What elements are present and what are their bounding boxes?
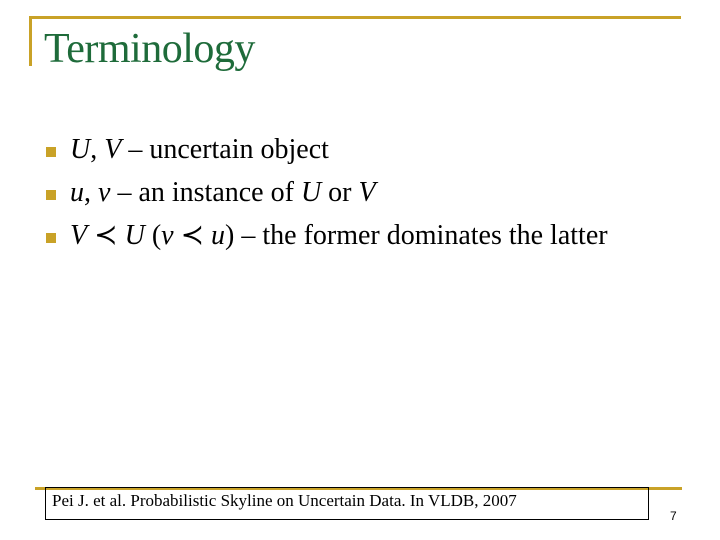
square-bullet-icon xyxy=(46,233,56,243)
bullet-text-segment: ( xyxy=(144,220,162,251)
math-variable: v xyxy=(161,220,174,251)
bullet-text: V ≺ U (v ≺ u) – the former dominates the… xyxy=(70,220,608,252)
math-variable: u xyxy=(70,177,84,208)
page-number: 7 xyxy=(670,509,677,523)
bullet-text-segment: – uncertain object xyxy=(121,134,329,165)
math-variable: U xyxy=(70,134,91,165)
bullet-text-segment: , xyxy=(84,177,98,208)
math-variable: V xyxy=(358,177,376,208)
slide-title: Terminology xyxy=(44,26,255,72)
bullet-text-segment: ) – the former dominates the latter xyxy=(225,220,608,251)
square-bullet-icon xyxy=(46,190,56,200)
left-accent-rule xyxy=(29,16,32,66)
bullet-text-segment: – an instance of xyxy=(110,177,301,208)
square-bullet-icon xyxy=(46,147,56,157)
math-variable: U xyxy=(124,220,145,251)
bullet-text-segment: or xyxy=(321,177,359,208)
math-variable: U xyxy=(300,177,322,208)
math-variable: V xyxy=(104,134,122,165)
bullet-text: u, v – an instance of U or V xyxy=(70,177,376,209)
top-accent-rule xyxy=(29,16,681,19)
math-variable: V xyxy=(70,220,88,251)
bullet-text: U, V – uncertain object xyxy=(70,134,329,166)
math-variable: u xyxy=(211,220,226,251)
citation-text: Pei J. et al. Probabilistic Skyline on U… xyxy=(52,491,517,510)
bullet-text-segment: ≺ xyxy=(173,220,212,251)
bullet-text-segment: , xyxy=(90,134,105,165)
bullet-text-segment: ≺ xyxy=(87,220,125,251)
math-variable: v xyxy=(98,177,111,208)
